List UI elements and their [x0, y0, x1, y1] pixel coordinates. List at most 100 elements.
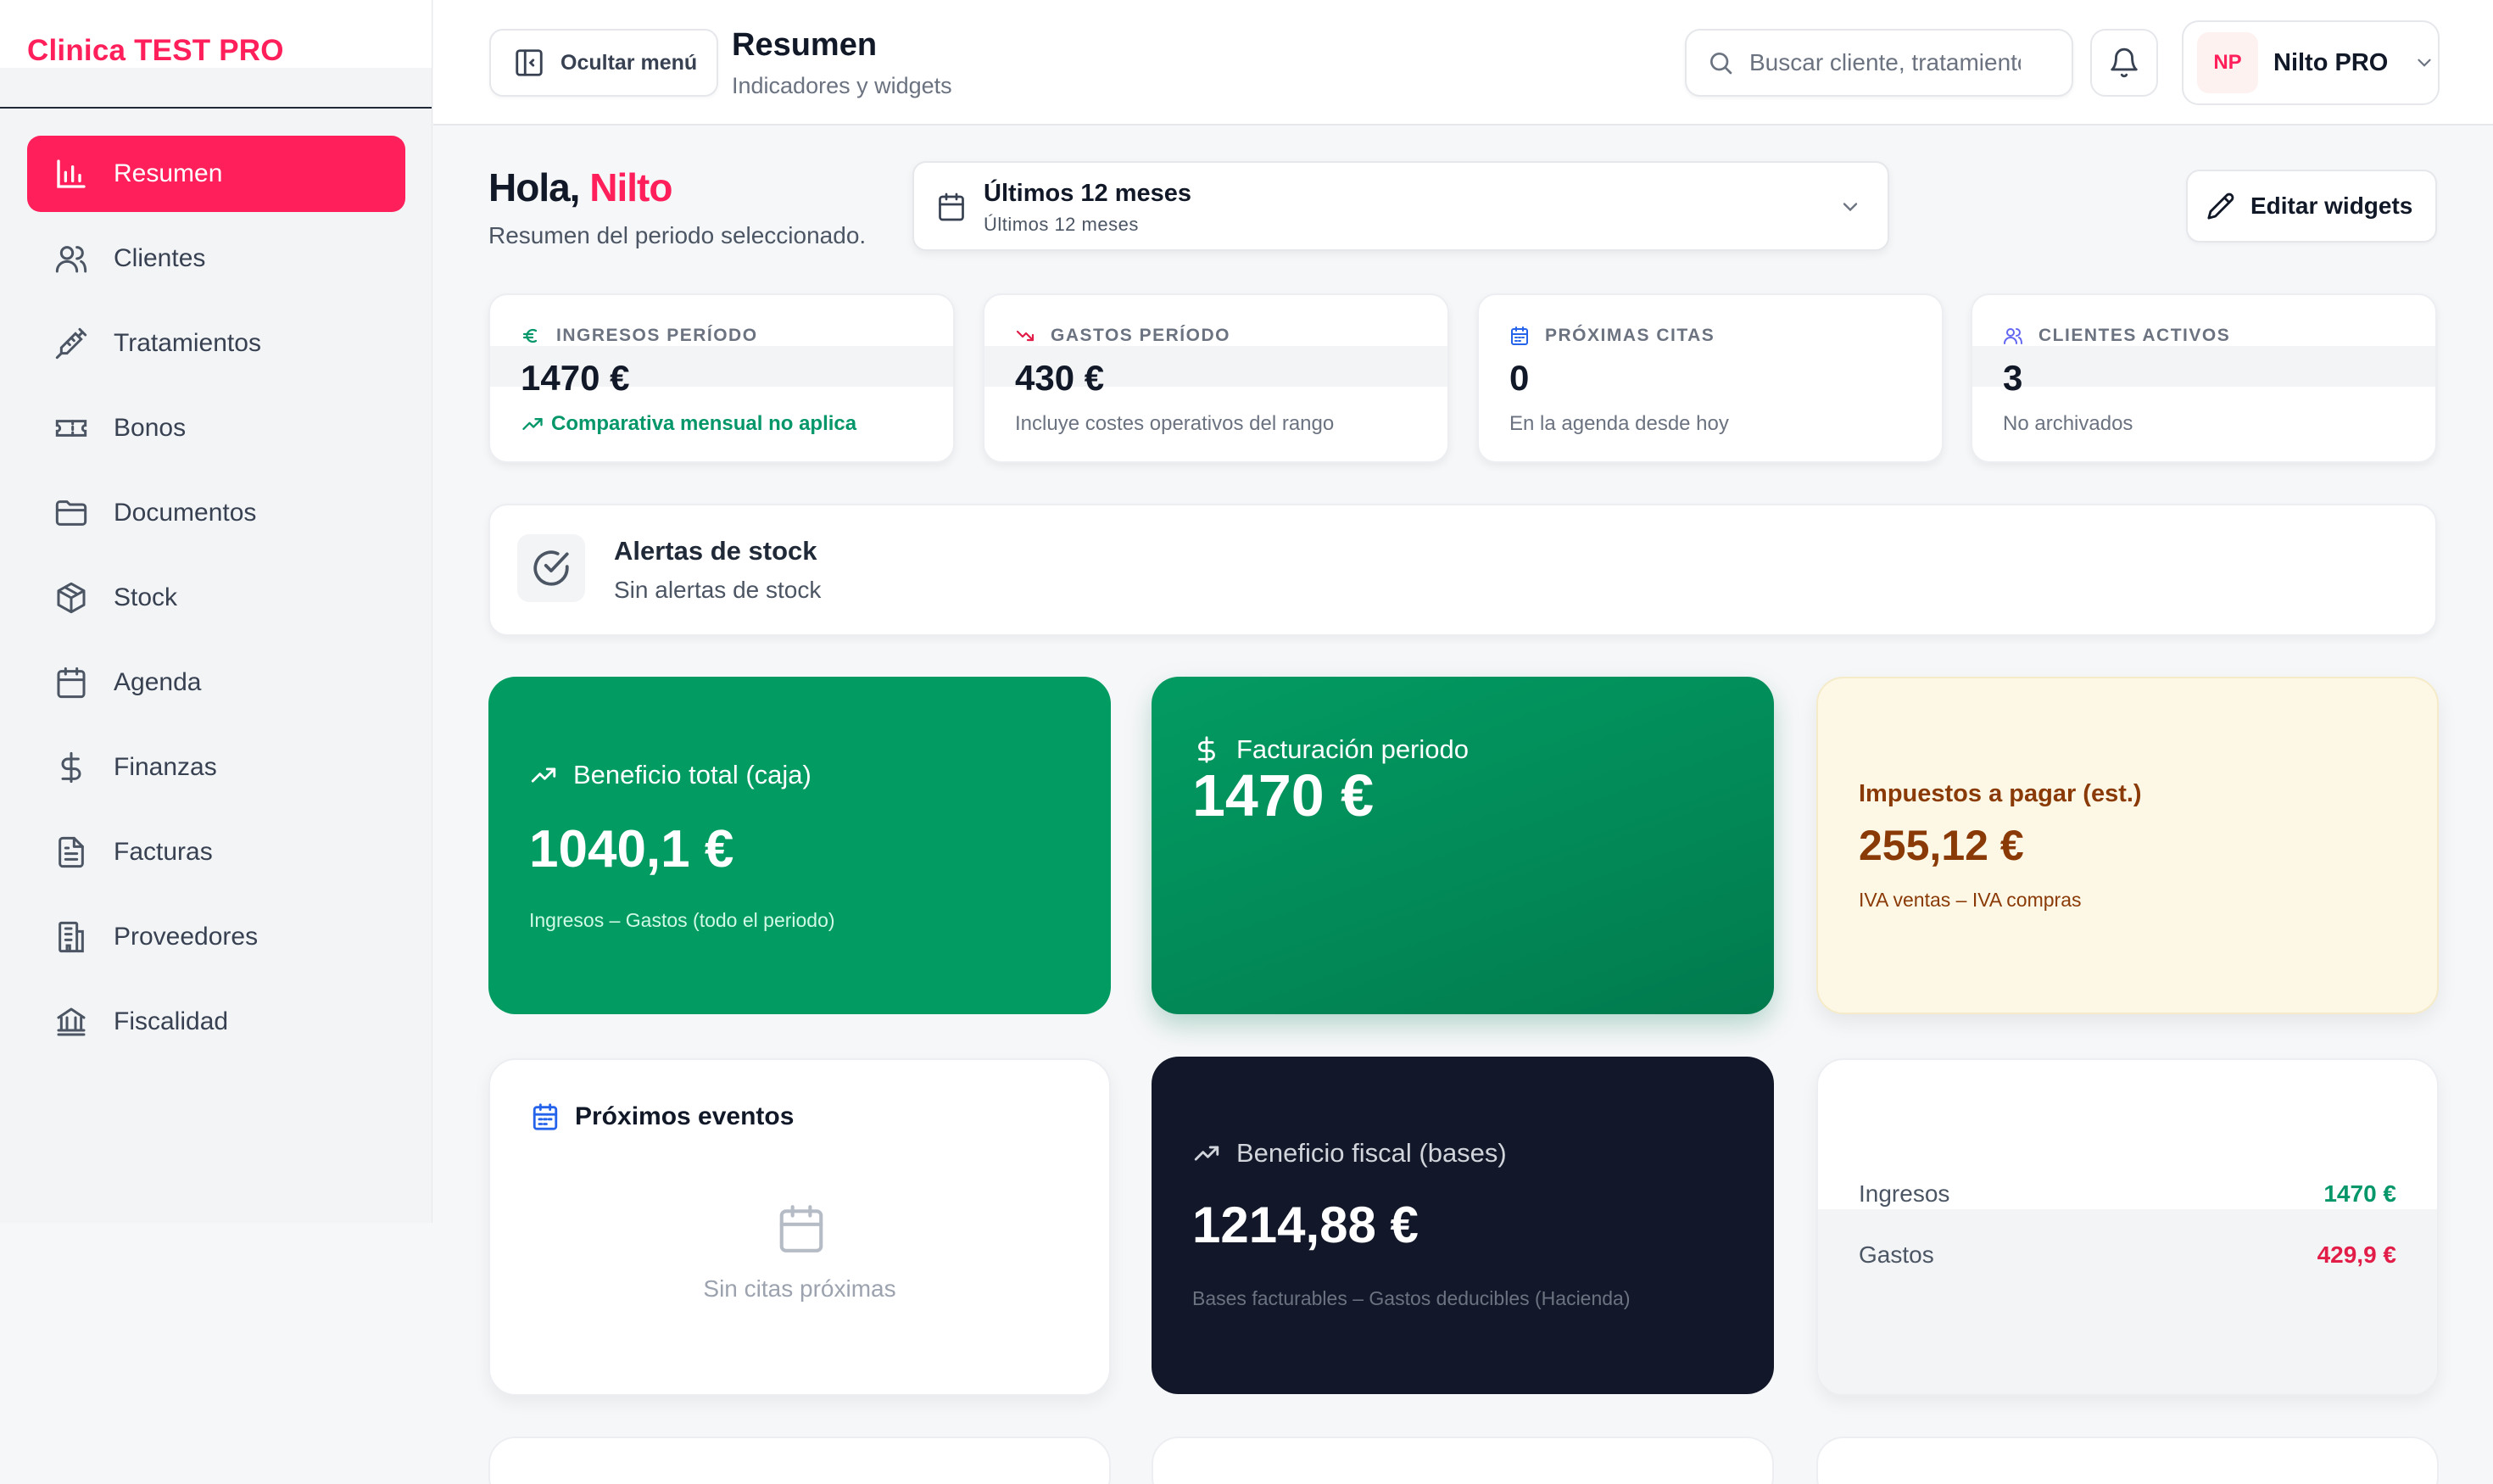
file-icon — [54, 835, 88, 869]
stat-card-income: INGRESOS PERÍODO 1470 € Comparativa mens… — [488, 293, 955, 463]
widget-title: Impuestos a pagar (est.) — [1859, 780, 2142, 807]
sidebar-item-agenda[interactable]: Agenda — [27, 644, 405, 721]
sidebar-item-documentos[interactable]: Documentos — [27, 475, 405, 551]
calendar-icon — [531, 1102, 560, 1131]
widget-title-text: Beneficio total (caja) — [573, 760, 811, 789]
events-empty-text: Sin citas próximas — [703, 1275, 896, 1302]
pencil-icon — [2206, 192, 2235, 220]
building-icon — [54, 920, 88, 954]
stat-note: En la agenda desde hoy — [1509, 412, 1729, 435]
stat-note-text: Comparativa mensual no aplica — [551, 412, 857, 435]
expense-row: Gastos 429,9 € — [1859, 1241, 2396, 1269]
users-icon — [54, 242, 88, 276]
avatar: NP — [2197, 32, 2258, 93]
sidebar-item-label: Documentos — [114, 499, 257, 527]
sidebar-item-label: Tratamientos — [114, 329, 261, 357]
widget-title-text: Próximos eventos — [575, 1102, 795, 1130]
stock-alert-title: Alertas de stock — [614, 536, 817, 566]
sidebar-item-resumen[interactable]: Resumen — [27, 136, 405, 212]
card-band — [1972, 346, 2435, 387]
brand-logo[interactable]: Clinica TEST PRO — [27, 34, 284, 68]
sidebar-item-tratamientos[interactable]: Tratamientos — [27, 305, 405, 382]
widget-caption: Ingresos – Gastos (todo el periodo) — [529, 909, 835, 931]
widget-value: 1470 € — [1192, 762, 1375, 828]
widget-profit-total: Beneficio total (caja) 1040,1 € Ingresos… — [488, 677, 1111, 1014]
top-header: Ocultar menú Resumen Indicadores y widge… — [433, 0, 2493, 126]
widget-value: 1214,88 € — [1192, 1197, 1419, 1253]
income-row: Ingresos 1470 € — [1859, 1180, 2396, 1208]
stat-label: PRÓXIMAS CITAS — [1509, 326, 1715, 346]
chevron-down-icon — [2413, 52, 2435, 74]
stat-label-text: CLIENTES ACTIVOS — [2038, 326, 2231, 345]
users-icon — [2003, 326, 2023, 346]
search-input[interactable] — [1749, 49, 2021, 76]
widget-title: Facturación periodo — [1192, 734, 1469, 765]
period-select[interactable]: Últimos 12 meses Últimos 12 meses — [912, 161, 1889, 251]
brand-strip — [0, 68, 432, 107]
stat-card-clients: CLIENTES ACTIVOS 3 No archivados — [1971, 293, 2437, 463]
widget-title: Próximos eventos — [531, 1102, 794, 1131]
page-title: Resumen — [732, 27, 878, 63]
stat-note: Comparativa mensual no aplica — [521, 412, 856, 436]
widget-income-expenses: Ingresos 1470 € Gastos 429,9 € — [1816, 1058, 2439, 1396]
edit-widgets-label: Editar widgets — [2250, 192, 2413, 219]
bank-icon — [54, 1005, 88, 1039]
dollar-icon — [54, 750, 88, 784]
trending-up-icon — [1192, 1139, 1221, 1168]
trending-down-icon — [1015, 326, 1035, 346]
sidebar-item-proveedores[interactable]: Proveedores — [27, 899, 405, 975]
calendar-empty-icon — [775, 1202, 828, 1255]
sidebar-item-stock[interactable]: Stock — [27, 560, 405, 636]
period-selected: Últimos 12 meses — [984, 180, 1192, 207]
trending-up-icon — [529, 761, 558, 789]
widget-next-row-2 — [1152, 1437, 1774, 1484]
sidebar-item-facturas[interactable]: Facturas — [27, 814, 405, 890]
stat-label-text: INGRESOS PERÍODO — [556, 326, 758, 345]
stat-label: GASTOS PERÍODO — [1015, 326, 1230, 346]
sidebar-item-finanzas[interactable]: Finanzas — [27, 729, 405, 806]
stat-label: CLIENTES ACTIVOS — [2003, 326, 2230, 346]
stat-label: INGRESOS PERÍODO — [521, 326, 758, 346]
greeting-hello: Hola, — [488, 165, 580, 209]
hide-menu-label: Ocultar menú — [561, 50, 698, 75]
expense-value: 429,9 € — [2317, 1241, 2396, 1268]
ticket-icon — [54, 411, 88, 445]
sidebar-toggle-icon — [513, 47, 545, 79]
widget-taxes: Impuestos a pagar (est.) 255,12 € IVA ve… — [1816, 677, 2439, 1014]
widget-upcoming-events: Próximos eventos Sin citas próximas — [488, 1058, 1111, 1396]
income-label: Ingresos — [1859, 1180, 1950, 1207]
widget-caption: Bases facturables – Gastos deducibles (H… — [1192, 1287, 1631, 1309]
widget-billing: Facturación periodo 1470 € — [1152, 677, 1774, 1014]
stat-value: 0 — [1509, 358, 1530, 398]
widget-title-text: Beneficio fiscal (bases) — [1236, 1138, 1507, 1168]
stock-status-badge — [517, 534, 585, 602]
page-subtitle: Indicadores y widgets — [732, 73, 952, 98]
bar-chart-icon — [54, 157, 88, 191]
bell-icon — [2108, 47, 2140, 79]
calendar-icon — [936, 192, 967, 222]
sidebar-nav: Resumen Clientes Tratamientos Bonos Docu… — [27, 136, 405, 1068]
user-menu[interactable]: NP Nilto PRO — [2182, 20, 2440, 105]
hide-menu-button[interactable]: Ocultar menú — [489, 29, 718, 97]
edit-widgets-button[interactable]: Editar widgets — [2186, 170, 2437, 243]
sidebar-item-fiscalidad[interactable]: Fiscalidad — [27, 984, 405, 1060]
sidebar-item-label: Bonos — [114, 414, 187, 442]
widget-profit-fiscal: Beneficio fiscal (bases) 1214,88 € Bases… — [1152, 1057, 1774, 1394]
user-name: Nilto PRO — [2273, 48, 2389, 76]
folder-icon — [54, 496, 88, 530]
notifications-button[interactable] — [2090, 29, 2158, 97]
greeting: Hola, Nilto — [488, 165, 672, 210]
income-value: 1470 € — [2323, 1180, 2396, 1207]
widget-title: Beneficio fiscal (bases) — [1192, 1138, 1507, 1169]
greeting-name: Nilto — [589, 165, 672, 209]
sidebar-item-label: Fiscalidad — [114, 1007, 229, 1035]
calendar-icon — [1509, 326, 1530, 346]
widget-caption: IVA ventas – IVA compras — [1859, 889, 2082, 911]
stat-label-text: GASTOS PERÍODO — [1051, 326, 1230, 345]
sidebar-item-clientes[interactable]: Clientes — [27, 220, 405, 297]
search-icon — [1707, 49, 1734, 76]
stat-note: Incluye costes operativos del rango — [1015, 412, 1335, 435]
stat-value: 3 — [2003, 358, 2023, 398]
check-circle-icon — [530, 547, 572, 589]
sidebar-item-bonos[interactable]: Bonos — [27, 390, 405, 466]
